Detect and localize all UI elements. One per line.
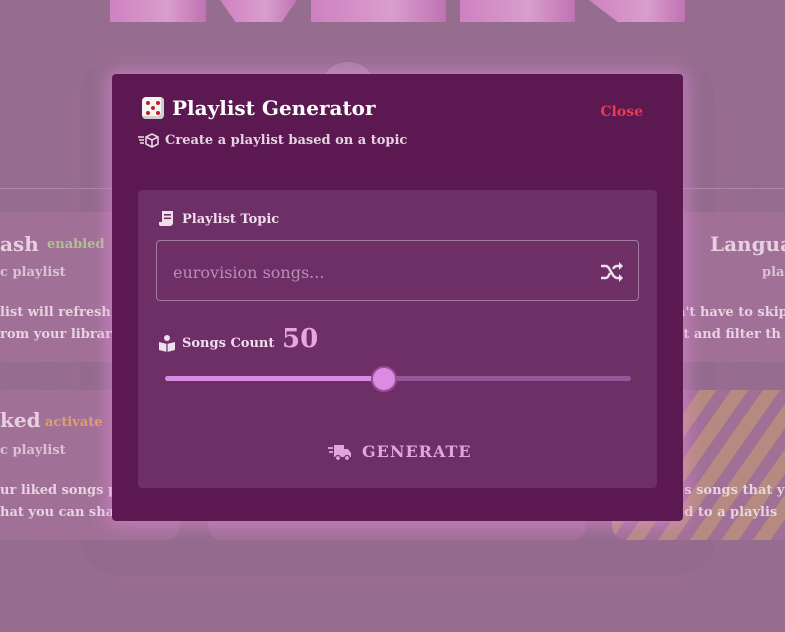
slider-fill xyxy=(165,376,385,381)
slider-thumb[interactable] xyxy=(373,368,396,390)
topic-label: Playlist Topic xyxy=(158,210,279,228)
reader-icon xyxy=(159,335,175,352)
generate-button[interactable]: GENERATE xyxy=(328,442,472,461)
shuffle-icon[interactable] xyxy=(600,261,624,283)
generator-form: Playlist Topic Songs Count 50 xyxy=(138,190,657,488)
close-button[interactable]: Close xyxy=(600,104,643,120)
topic-label-text: Playlist Topic xyxy=(182,211,280,227)
songs-count-label-text: Songs Count xyxy=(182,335,275,351)
topic-input[interactable] xyxy=(173,259,583,285)
songs-count-value: 50 xyxy=(282,324,319,354)
generate-label: GENERATE xyxy=(362,442,472,461)
box-speed-icon xyxy=(138,133,159,148)
truck-fast-icon xyxy=(328,444,351,461)
dialog-title-text: Playlist Generator xyxy=(172,96,376,120)
topic-field[interactable] xyxy=(156,240,639,301)
songs-count-slider[interactable] xyxy=(165,368,631,390)
dialog-subtitle: Create a playlist based on a topic xyxy=(138,132,407,148)
songs-count-label: Songs Count xyxy=(158,334,274,352)
dialog-title: Playlist Generator xyxy=(142,96,376,120)
dialog-subtitle-text: Create a playlist based on a topic xyxy=(165,132,408,148)
dice-icon xyxy=(142,97,164,119)
scroll-icon xyxy=(159,211,173,226)
playlist-generator-dialog: Playlist Generator Close Create a playli… xyxy=(112,74,683,521)
